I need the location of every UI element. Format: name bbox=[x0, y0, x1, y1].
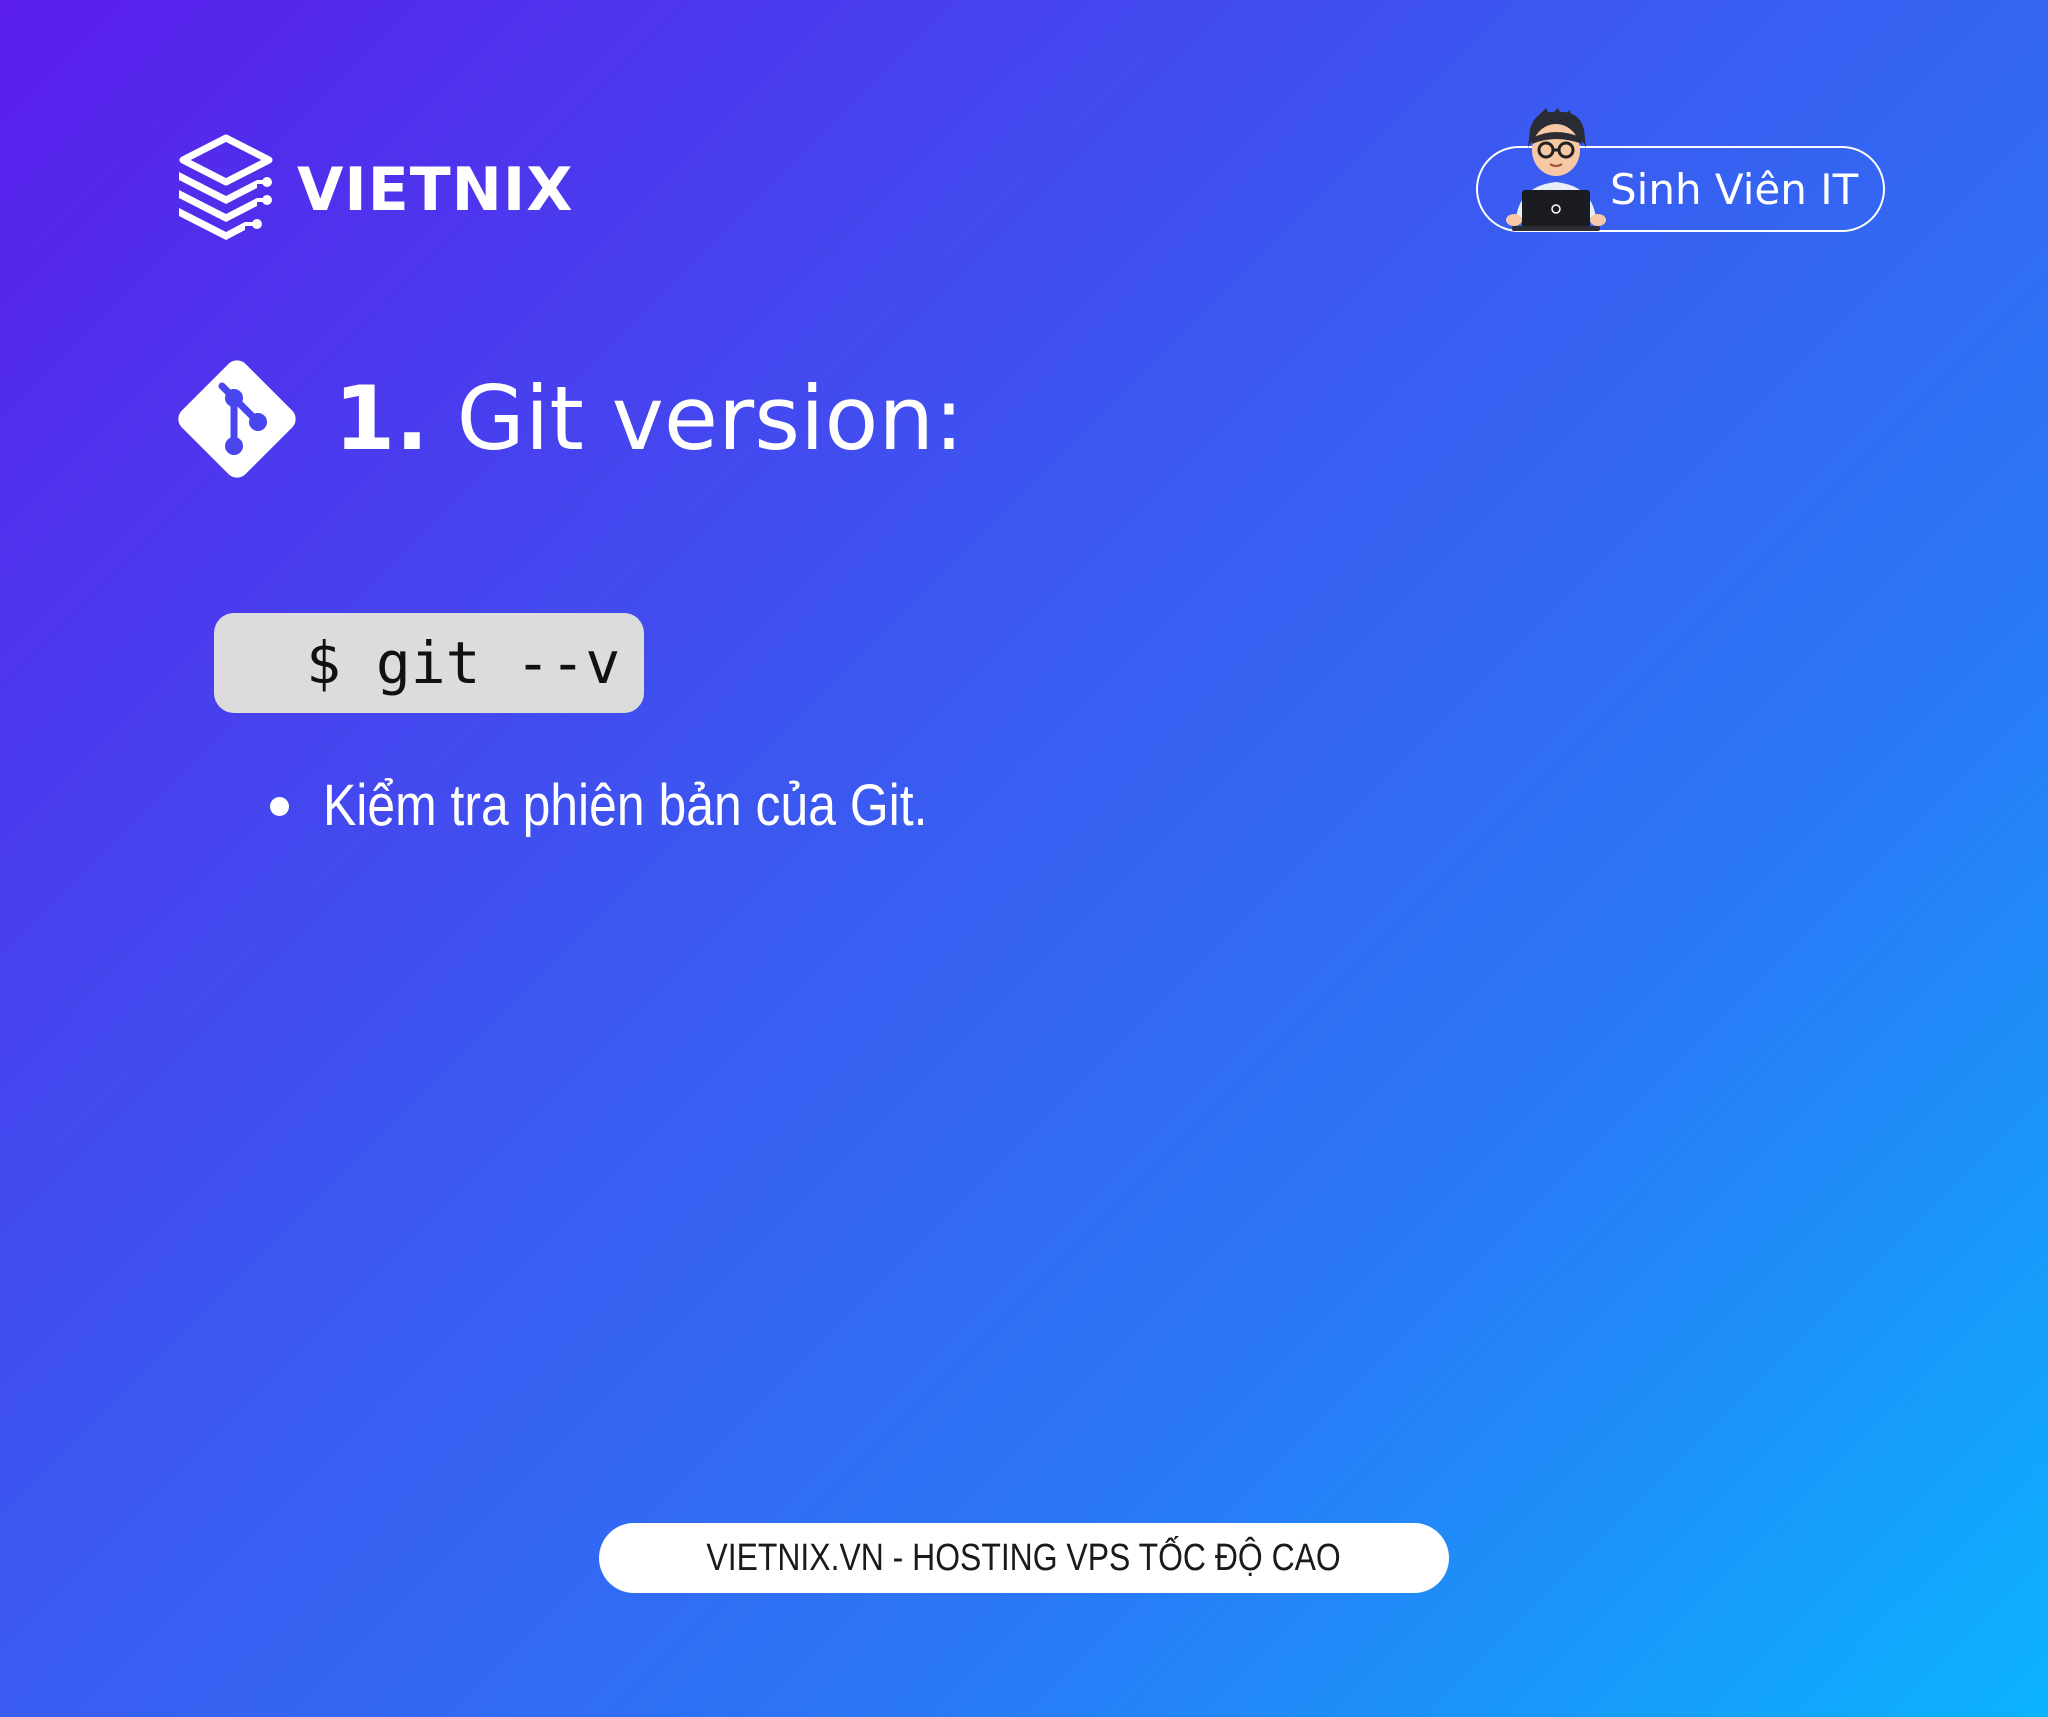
section-heading: 1. Git version: bbox=[170, 352, 964, 486]
git-logo-icon bbox=[178, 360, 296, 478]
sinh-vien-it-badge: Sinh Viên IT bbox=[1476, 108, 1885, 232]
logo-text: VIETNIX bbox=[297, 155, 574, 225]
list-item: Kiểm tra phiên bản của Git. bbox=[270, 770, 1026, 842]
footer-banner: VIETNIX.VN - HOSTING VPS TỐC ĐỘ CAO bbox=[599, 1523, 1449, 1593]
bullet-dot-icon bbox=[270, 796, 289, 816]
code-command: $ git --v bbox=[306, 629, 621, 697]
badge-label: Sinh Viên IT bbox=[1610, 165, 1859, 214]
heading-number: 1. bbox=[334, 367, 429, 470]
heading-title: Git version: bbox=[456, 367, 964, 470]
description-list: Kiểm tra phiên bản của Git. bbox=[270, 770, 1026, 842]
footer-text: VIETNIX.VN - HOSTING VPS TỐC ĐỘ CAO bbox=[706, 1537, 1342, 1579]
vietnix-logo: VIETNIX bbox=[173, 132, 573, 248]
code-block: $ git --v bbox=[214, 613, 644, 713]
list-item-text: Kiểm tra phiên bản của Git. bbox=[323, 773, 928, 838]
stacked-layers-icon bbox=[179, 134, 273, 240]
student-avatar-icon bbox=[1506, 108, 1606, 231]
